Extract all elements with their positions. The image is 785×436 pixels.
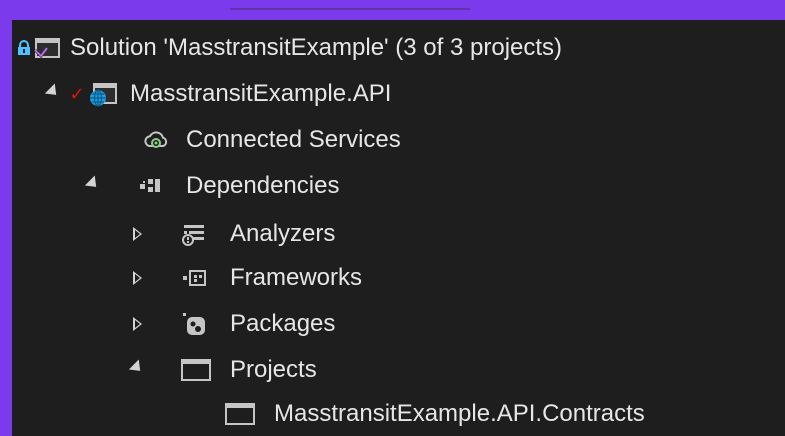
chevron-expanded-icon[interactable] xyxy=(42,72,64,116)
tree-item-label: MasstransitExample.API.Contracts xyxy=(274,400,645,427)
chevron-collapsed-icon[interactable] xyxy=(126,212,148,256)
tree-item-connected-services[interactable]: Connected Services xyxy=(12,118,785,162)
tree-item-label: Solution 'MasstransitExample' (3 of 3 pr… xyxy=(70,34,563,61)
tree-item-label: Frameworks xyxy=(230,264,363,291)
project-reference-icon xyxy=(222,392,258,436)
tree-item-label: MasstransitExample.API xyxy=(130,80,392,107)
connected-services-icon xyxy=(140,118,172,162)
tree-item-projects[interactable]: Projects xyxy=(12,348,785,392)
tree-item-frameworks[interactable]: Frameworks xyxy=(12,256,785,300)
tree-item-project-reference[interactable]: MasstransitExample.API.Contracts xyxy=(12,392,785,436)
tree-item-label: Analyzers xyxy=(230,220,336,247)
tree-item-label: Connected Services xyxy=(186,126,401,153)
tree-item-label: Packages xyxy=(230,310,336,337)
tree-item-label: Projects xyxy=(230,356,317,383)
packages-icon xyxy=(178,302,210,346)
tree-item-analyzers[interactable]: Analyzers xyxy=(12,212,785,256)
chevron-expanded-icon[interactable] xyxy=(82,164,104,208)
solution-icon xyxy=(32,26,62,70)
frameworks-icon xyxy=(178,256,210,300)
tree-item-dependencies[interactable]: Dependencies xyxy=(12,164,785,208)
checkmark-icon: ✓ xyxy=(69,83,85,104)
projects-icon xyxy=(178,348,214,392)
tree-item-project[interactable]: ✓ MasstransitExample.API xyxy=(12,72,785,116)
dependencies-icon xyxy=(134,164,166,208)
lock-icon xyxy=(16,26,32,70)
tree-item-solution[interactable]: Solution 'MasstransitExample' (3 of 3 pr… xyxy=(12,26,785,70)
chevron-collapsed-icon[interactable] xyxy=(126,256,148,300)
title-strip xyxy=(0,0,785,20)
web-project-icon xyxy=(86,72,120,116)
solution-explorer-tree: Solution 'MasstransitExample' (3 of 3 pr… xyxy=(12,20,785,436)
tree-item-packages[interactable]: Packages xyxy=(12,302,785,346)
chevron-expanded-icon[interactable] xyxy=(126,348,148,392)
chevron-collapsed-icon[interactable] xyxy=(126,302,148,346)
window-frame: Solution 'MasstransitExample' (3 of 3 pr… xyxy=(0,0,785,436)
tree-item-label: Dependencies xyxy=(186,172,340,199)
analyzers-icon xyxy=(178,212,210,256)
